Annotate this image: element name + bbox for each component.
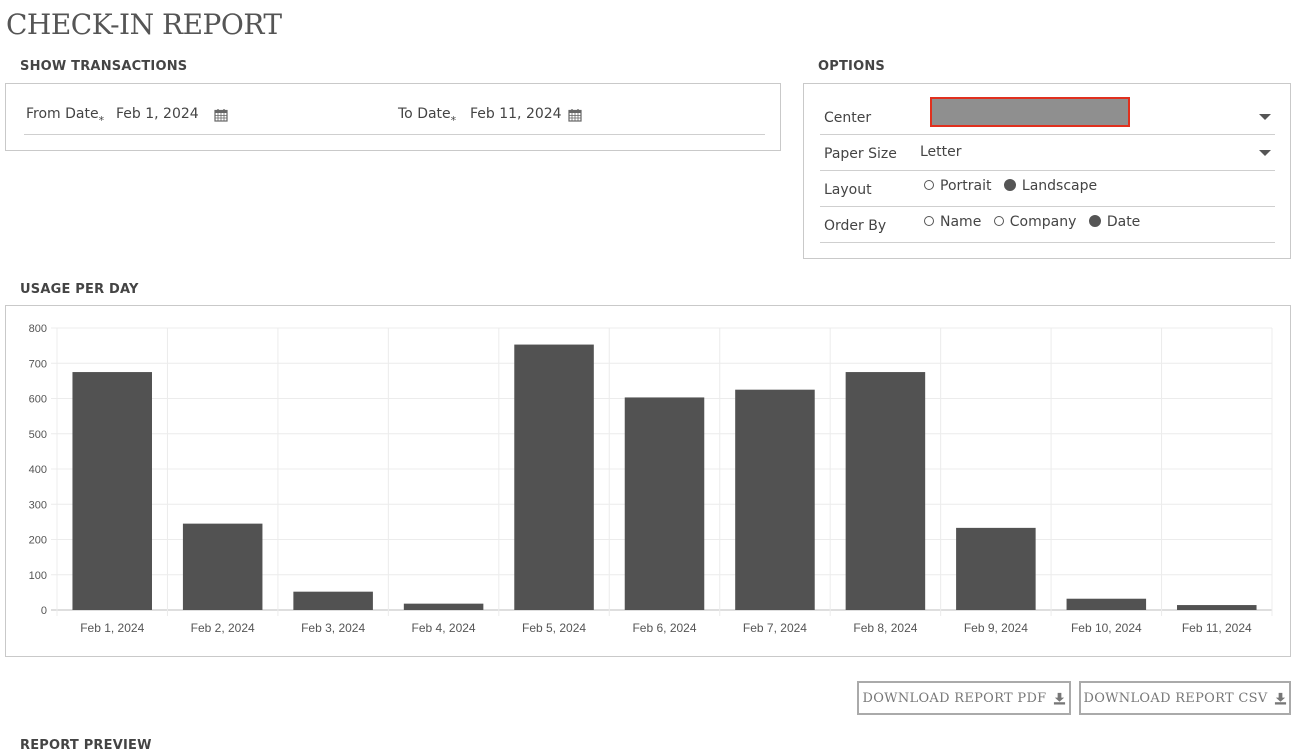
- x-tick-label: Feb 7, 2024: [743, 621, 807, 635]
- bar: [735, 389, 815, 610]
- y-tick-label: 100: [29, 570, 47, 582]
- bar: [72, 372, 152, 610]
- y-tick-label: 400: [29, 464, 47, 476]
- paper-size-select[interactable]: Letter: [920, 144, 962, 160]
- x-tick-label: Feb 4, 2024: [412, 621, 476, 635]
- order-name-option[interactable]: Name: [924, 214, 981, 230]
- y-tick-label: 500: [29, 429, 47, 441]
- date-range-row: From Date* Feb 1, 2024 To Date* Feb 11, …: [24, 98, 765, 135]
- y-tick-label: 200: [29, 535, 47, 547]
- bar: [1177, 605, 1257, 610]
- download-csv-button[interactable]: DOWNLOAD REPORT CSV: [1079, 681, 1291, 715]
- paper-size-row: Paper Size Letter: [820, 134, 1275, 171]
- center-label: Center: [824, 110, 872, 126]
- order-by-label: Order By: [824, 218, 887, 234]
- download-pdf-button[interactable]: DOWNLOAD REPORT PDF: [857, 681, 1071, 715]
- report-preview-heading: REPORT PREVIEW: [20, 738, 152, 753]
- radio-icon[interactable]: [924, 180, 934, 190]
- to-date-label: To Date*: [398, 106, 457, 127]
- layout-radio-group: Portrait Landscape: [924, 178, 1105, 194]
- from-date-label: From Date*: [26, 106, 105, 127]
- order-by-radio-group: Name Company Date: [924, 214, 1148, 230]
- calendar-icon[interactable]: [568, 108, 582, 122]
- x-tick-label: Feb 3, 2024: [301, 621, 365, 635]
- to-date-field[interactable]: Feb 11, 2024: [470, 106, 562, 122]
- from-date-field[interactable]: Feb 1, 2024: [116, 106, 199, 122]
- layout-row: Layout Portrait Landscape: [820, 170, 1275, 207]
- bar: [182, 523, 263, 610]
- bar: [403, 603, 484, 610]
- bar: [845, 372, 926, 610]
- layout-portrait-option[interactable]: Portrait: [924, 178, 991, 194]
- chevron-down-icon[interactable]: [1259, 114, 1271, 120]
- transactions-panel: From Date* Feb 1, 2024 To Date* Feb 11, …: [5, 83, 781, 151]
- paper-size-label: Paper Size: [824, 146, 897, 162]
- order-date-option[interactable]: Date: [1088, 214, 1140, 230]
- options-panel: Center Paper Size Letter Layout Portrait…: [803, 83, 1291, 259]
- radio-selected-icon[interactable]: [1003, 179, 1016, 191]
- download-pdf-label: DOWNLOAD REPORT PDF: [862, 690, 1047, 706]
- page-title: CHECK-IN REPORT: [6, 8, 282, 41]
- bar: [624, 397, 705, 610]
- radio-icon[interactable]: [924, 216, 934, 226]
- x-tick-label: Feb 9, 2024: [964, 621, 1028, 635]
- bar: [514, 344, 594, 610]
- x-tick-label: Feb 1, 2024: [80, 621, 144, 635]
- x-tick-label: Feb 10, 2024: [1071, 621, 1142, 635]
- x-tick-label: Feb 2, 2024: [191, 621, 255, 635]
- download-icon: [1274, 692, 1286, 705]
- bar: [1066, 598, 1147, 610]
- bar: [293, 591, 373, 610]
- download-icon: [1053, 692, 1065, 705]
- calendar-icon[interactable]: [214, 108, 228, 122]
- x-tick-label: Feb 8, 2024: [853, 621, 917, 635]
- center-row: Center: [820, 97, 1275, 135]
- download-csv-label: DOWNLOAD REPORT CSV: [1083, 690, 1268, 706]
- y-tick-label: 0: [41, 605, 47, 617]
- usage-bar-chart: 0 100 200 300 400 500 600 700 800 Feb 1, 2024 Feb …: [29, 323, 1273, 635]
- bar: [956, 527, 1036, 610]
- show-transactions-heading: SHOW TRANSACTIONS: [20, 59, 188, 74]
- layout-label: Layout: [824, 182, 872, 198]
- options-heading: OPTIONS: [818, 59, 885, 74]
- x-tick-label: Feb 6, 2024: [632, 621, 696, 635]
- chevron-down-icon[interactable]: [1259, 150, 1271, 156]
- order-by-row: Order By Name Company Date: [820, 206, 1275, 243]
- center-select[interactable]: [930, 97, 1130, 127]
- usage-per-day-heading: USAGE PER DAY: [20, 282, 139, 297]
- radio-selected-icon[interactable]: [1088, 215, 1101, 227]
- y-tick-label: 800: [29, 323, 47, 335]
- usage-chart-panel: 0 100 200 300 400 500 600 700 800 Feb 1, 2024 Feb …: [5, 305, 1291, 657]
- layout-landscape-option[interactable]: Landscape: [1003, 178, 1097, 194]
- y-tick-label: 700: [29, 358, 47, 370]
- x-tick-label: Feb 11, 2024: [1182, 621, 1252, 635]
- y-tick-label: 600: [29, 394, 47, 406]
- order-company-option[interactable]: Company: [993, 214, 1076, 230]
- y-tick-label: 300: [29, 499, 47, 511]
- radio-icon[interactable]: [993, 216, 1004, 226]
- x-tick-label: Feb 5, 2024: [522, 621, 586, 635]
